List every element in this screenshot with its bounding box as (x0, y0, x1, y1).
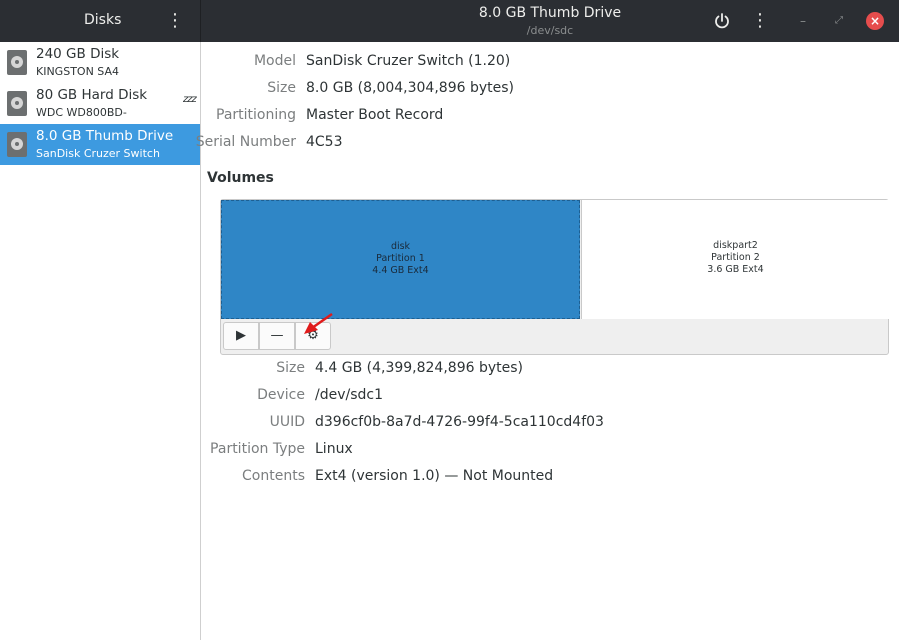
partition-2-block[interactable]: diskpart2 Partition 2 3.6 GB Ext4 (581, 200, 889, 319)
hard-disk-icon (7, 50, 27, 75)
volume-map: disk Partition 1 4.4 GB Ext4 diskpart2 P… (220, 199, 889, 355)
maximize-icon[interactable]: ⤢ (830, 12, 848, 30)
redacted-region (342, 135, 493, 149)
disk-title: 8.0 GB Thumb Drive (36, 128, 174, 144)
disk-list-sidebar: 240 GB Disk KINGSTON SA4 80 GB Hard Disk… (0, 42, 201, 640)
hard-disk-icon (7, 132, 27, 157)
power-off-icon[interactable] (712, 11, 732, 31)
partitioning-label: Partitioning (216, 107, 296, 123)
header-left-pane: Disks ⋮ (0, 0, 201, 42)
uuid-value: d396cf0b-8a7d-4726-99f4-5ca110cd4f03 (315, 414, 604, 430)
partition-name: disk (390, 241, 411, 252)
sidebar-item-240gb-disk[interactable]: 240 GB Disk KINGSTON SA4 (0, 42, 200, 83)
partitioning-value: Master Boot Record (306, 107, 444, 123)
play-icon: ▶ (236, 328, 246, 343)
partition-number: Partition 2 (711, 252, 760, 263)
sidebar-item-80gb-hard-disk[interactable]: 80 GB Hard Disk WDC WD800BD- zzz (0, 83, 200, 124)
disk-subtitle: KINGSTON SA4 (36, 65, 120, 78)
partition-type-label: Partition Type (210, 441, 305, 457)
disk-subtitle: WDC WD800BD- (36, 106, 127, 119)
partition-name: diskpart2 (713, 240, 758, 251)
volumes-heading: Volumes (207, 170, 274, 186)
partition-size-value: 4.4 GB (4,399,824,896 bytes) (315, 360, 523, 376)
disk-subtitle: SanDisk Cruzer Switch (36, 147, 160, 160)
disk-title: 240 GB Disk (36, 46, 120, 62)
partition-number: Partition 1 (376, 253, 425, 264)
drive-details-pane: Model SanDisk Cruzer Switch (1.20) Size … (196, 42, 899, 640)
model-value: SanDisk Cruzer Switch (1.20) (306, 53, 511, 69)
serial-number-text: 4C53 (306, 134, 343, 150)
device-label: Device (257, 387, 305, 403)
partition-type-value: Linux (315, 441, 353, 457)
partition-1-block[interactable]: disk Partition 1 4.4 GB Ext4 (221, 200, 580, 319)
red-arrow-annotation-icon (304, 312, 333, 334)
close-icon[interactable]: × (866, 12, 884, 30)
partition-summary: 3.6 GB Ext4 (707, 264, 764, 275)
partition-size-label: Size (276, 360, 305, 376)
minimize-icon[interactable]: – (794, 12, 812, 30)
drive-menu-kebab-icon[interactable]: ⋮ (751, 10, 769, 32)
partition-summary: 4.4 GB Ext4 (372, 265, 429, 276)
delete-partition-button[interactable]: — (259, 322, 295, 350)
hard-disk-icon (7, 91, 27, 116)
header-bar: Disks ⋮ 8.0 GB Thumb Drive /dev/sdc ⋮ – … (0, 0, 899, 42)
drive-size-label: Size (267, 80, 296, 96)
sleeping-icon: zzz (183, 94, 197, 105)
serial-number-value: 4C53 (306, 134, 493, 150)
device-value: /dev/sdc1 (315, 387, 384, 403)
drive-size-value: 8.0 GB (8,004,304,896 bytes) (306, 80, 514, 96)
uuid-label: UUID (269, 414, 305, 430)
contents-value: Ext4 (version 1.0) — Not Mounted (315, 468, 554, 484)
disk-title: 80 GB Hard Disk (36, 87, 148, 103)
serial-number-label: Serial Number (195, 134, 296, 150)
app-title: Disks (84, 12, 122, 28)
sidebar-item-thumb-drive[interactable]: 8.0 GB Thumb Drive SanDisk Cruzer Switch (0, 124, 200, 165)
contents-label: Contents (242, 468, 305, 484)
minus-icon: — (270, 328, 284, 343)
model-label: Model (253, 53, 296, 69)
app-menu-kebab-icon[interactable]: ⋮ (166, 10, 184, 32)
mount-play-button[interactable]: ▶ (223, 322, 259, 350)
